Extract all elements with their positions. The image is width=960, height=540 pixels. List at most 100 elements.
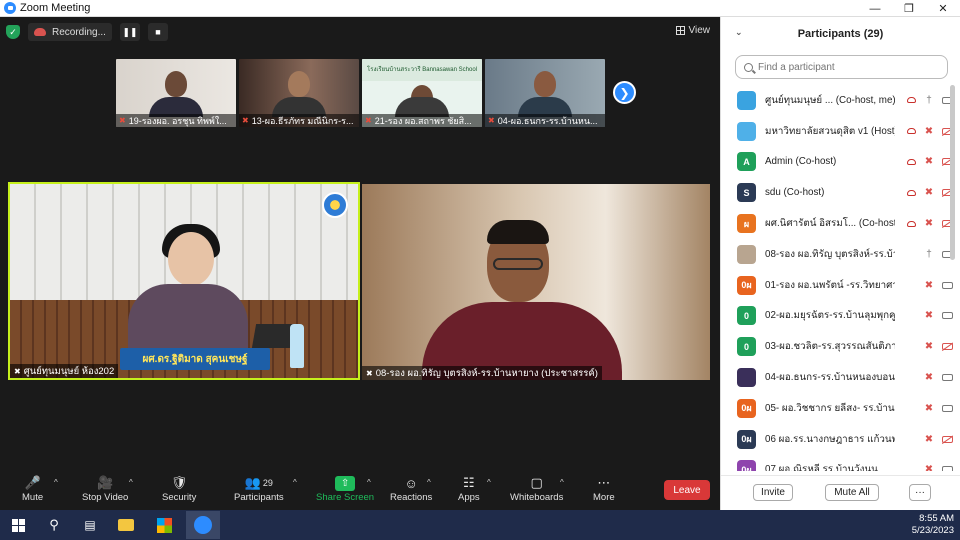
mic-off-icon[interactable]: ✖: [923, 156, 935, 167]
start-button[interactable]: [8, 515, 28, 535]
stop-video-button[interactable]: 🎥 Stop Video: [82, 474, 128, 503]
video-camera-icon[interactable]: [941, 281, 953, 289]
mic-off-icon[interactable]: ✖: [923, 218, 935, 229]
active-speaker-video[interactable]: ผศ.ดร.ฐิติมาด สุคนเชษฐ์ ✖ ศูนย์ทุนมนุษย์ …: [8, 182, 360, 380]
mic-off-icon[interactable]: ✖: [923, 372, 935, 383]
window-titlebar: Zoom Meeting — ❐ ✕: [0, 0, 960, 17]
mic-off-icon: ✖: [14, 366, 21, 376]
invite-button[interactable]: Invite: [753, 484, 793, 501]
participant-row[interactable]: 0 03-ผอ.ชวลิต-รร.สุวรรณสันติภาพ... ✖: [721, 331, 953, 362]
video-thumbnail[interactable]: ✖ 13-ผอ.ธีรภัทร มณีนิกร-ร...: [239, 59, 359, 127]
search-icon[interactable]: ⚲: [44, 515, 64, 535]
stop-recording-button[interactable]: ■: [147, 23, 168, 41]
participant-name: sdu (Co-host): [765, 187, 825, 199]
cloud-record-icon: [34, 28, 46, 36]
whiteboards-button[interactable]: ▢ Whiteboards: [510, 474, 563, 503]
participant-list: ศูนย์ทุนมนุษย์ ... (Co-host, me) † มหาวิทย…: [721, 85, 953, 471]
video-thumbnail[interactable]: โรงเรียนบ้านสระวารี Bannasawan School ✖ 2…: [362, 59, 482, 127]
zoom-taskbar-icon[interactable]: [186, 511, 220, 539]
participant-row[interactable]: 0ผ 01-รอง ผอ.นพรัตน์ -รร.วิทยาศาสตร์... ✖: [721, 270, 953, 301]
video-camera-icon[interactable]: [941, 466, 953, 471]
chevron-up-icon[interactable]: ^: [487, 478, 491, 487]
share-screen-button[interactable]: ⇧ Share Screen: [316, 474, 374, 503]
file-explorer-icon[interactable]: [116, 515, 136, 535]
video-thumbnail[interactable]: ✖ 04-ผอ.ธนกร-รร.บ้านหน...: [485, 59, 605, 127]
mic-off-icon[interactable]: ✖: [923, 464, 935, 471]
participant-name: ผศ.นิศารัตน์ อิสรมโ... (Co-host): [765, 218, 895, 230]
chevron-up-icon[interactable]: ^: [129, 478, 133, 487]
participant-row[interactable]: A Admin (Co-host) ✖: [721, 147, 953, 178]
participant-row[interactable]: 04-ผอ.ธนกร-รร.บ้านหนองบอน ✖: [721, 362, 953, 393]
pause-recording-button[interactable]: ❚❚: [119, 23, 140, 41]
video-camera-icon[interactable]: [941, 404, 953, 412]
panel-header: ⌄ Participants (29): [721, 17, 960, 51]
avatar: A: [737, 152, 756, 172]
chevron-up-icon[interactable]: ^: [367, 478, 371, 487]
participant-row[interactable]: ผ ผศ.นิศารัตน์ อิสรมโ... (Co-host) ✖: [721, 208, 953, 239]
participant-row[interactable]: 0 02-ผอ.มยุรฉัตร-รร.บ้านลุมพุกคูวงส์ ✖: [721, 301, 953, 332]
avatar: [737, 244, 756, 264]
apps-button[interactable]: ☷ Apps: [458, 474, 480, 503]
microphone-icon[interactable]: †: [923, 95, 935, 106]
video-thumbnail[interactable]: ✖ 19-รองผอ. อรชุน ทิพพ์ใ...: [116, 59, 236, 127]
video-off-icon[interactable]: [941, 435, 953, 443]
reactions-button[interactable]: ☺ Reactions: [390, 474, 432, 504]
chevron-up-icon[interactable]: ^: [54, 478, 58, 487]
participant-row[interactable]: 08-รอง ผอ.ทิรัญ บุตรสิงห์-รร.บ้านห... †: [721, 239, 953, 270]
participant-status-icons: ✖: [905, 270, 953, 301]
participant-row[interactable]: Ssdu (Co-host) ✖: [721, 177, 953, 208]
participant-row[interactable]: มหาวิทยาลัยสวนดุสิต v1 (Host) ✖: [721, 116, 953, 147]
mic-off-icon[interactable]: ✖: [923, 341, 935, 352]
participants-button[interactable]: 👥 29 Participants: [234, 474, 284, 503]
participants-panel: ⌄ Participants (29) ศูนย์ทุนมนุษย์ ... (…: [720, 17, 960, 510]
mute-all-button[interactable]: Mute All: [825, 484, 879, 501]
minimize-icon[interactable]: —: [858, 0, 892, 17]
security-shield-icon[interactable]: ✓: [6, 25, 20, 39]
mic-off-icon[interactable]: ✖: [923, 310, 935, 321]
zoom-app-icon: [4, 2, 16, 14]
restore-icon[interactable]: ❐: [892, 0, 926, 17]
microphone-icon[interactable]: †: [923, 249, 935, 260]
clock-time: 8:55 AM: [919, 513, 954, 524]
video-camera-icon[interactable]: [941, 312, 953, 320]
microphone-icon: 🎤: [24, 475, 41, 490]
mic-off-icon[interactable]: ✖: [923, 126, 935, 137]
participant-row[interactable]: ศูนย์ทุนมนุษย์ ... (Co-host, me) †: [721, 85, 953, 116]
chevron-up-icon[interactable]: ^: [293, 478, 297, 487]
windows-taskbar: ⚲ ▤ 8:55 AM 5/23/2023: [0, 510, 960, 540]
chevron-down-icon[interactable]: ⌄: [735, 27, 743, 38]
chevron-up-icon[interactable]: ^: [427, 478, 431, 487]
participant-row[interactable]: 0ผ 07 ผอ.ณิรหลี รร.บ้านวังนน ✖: [721, 455, 953, 471]
participant-row[interactable]: 0ผ 06 ผอ.รร.นางกษฎาธาร แก้วนพรัตน์... ✖: [721, 424, 953, 455]
participant-name: 02-ผอ.มยุรฉัตร-รร.บ้านลุมพุกคูวงส์: [765, 310, 895, 322]
video-camera-icon[interactable]: [941, 374, 953, 382]
people-icon: 👥 29: [244, 475, 273, 490]
participant-status-icons: ✖: [905, 301, 953, 332]
participant-status-icons: ✖: [905, 147, 953, 178]
microsoft-store-icon[interactable]: [154, 515, 174, 535]
chevron-up-icon[interactable]: ^: [560, 478, 564, 487]
mic-off-icon[interactable]: ✖: [923, 403, 935, 414]
more-options-button[interactable]: ···: [909, 484, 931, 501]
close-icon[interactable]: ✕: [926, 0, 960, 17]
task-view-icon[interactable]: ▤: [80, 515, 100, 535]
security-button[interactable]: 🛡 Security: [162, 474, 196, 503]
search-input[interactable]: [758, 61, 928, 73]
shield-icon: 🛡: [170, 475, 188, 490]
mute-button[interactable]: 🎤 Mute: [22, 474, 43, 503]
next-page-arrow-icon[interactable]: ❯: [613, 81, 636, 104]
participant-row[interactable]: 0ผ 05- ผอ.วิชชากร ยลีสง- รร.บ้านยาง ✖: [721, 393, 953, 424]
more-button[interactable]: ⋯ More: [593, 474, 615, 503]
video-off-icon[interactable]: [941, 343, 953, 351]
mic-off-icon: ✖: [242, 116, 249, 125]
mic-off-icon[interactable]: ✖: [923, 187, 935, 198]
participant-list-scrollbar[interactable]: [950, 85, 955, 260]
participant-video[interactable]: ✖ 08-รอง ผอ.ทิรัญ บุตรสิงห์-รร.บ้านหายาง …: [362, 184, 710, 380]
participant-status-icons: †: [905, 239, 953, 270]
mic-off-icon[interactable]: ✖: [923, 434, 935, 445]
participant-name: 03-ผอ.ชวลิต-รร.สุวรรณสันติภาพ...: [765, 341, 895, 353]
mic-off-icon[interactable]: ✖: [923, 280, 935, 291]
leave-button[interactable]: Leave: [664, 480, 710, 500]
avatar: 0: [737, 337, 756, 357]
view-button[interactable]: View: [675, 25, 710, 36]
